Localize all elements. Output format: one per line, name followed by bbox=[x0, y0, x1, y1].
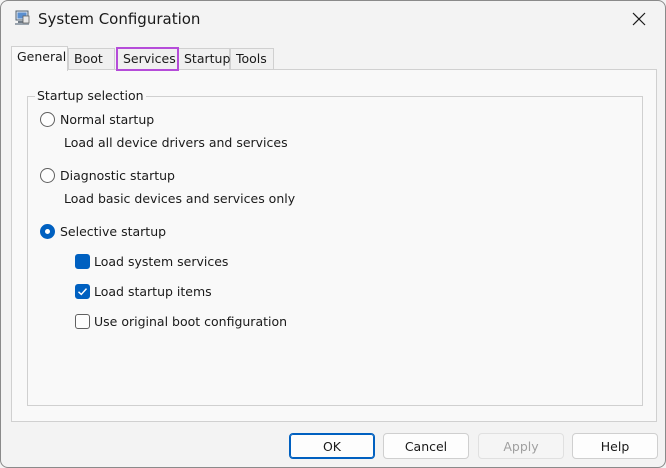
close-icon bbox=[632, 12, 646, 26]
load-system-services-option[interactable]: Load system services bbox=[75, 254, 228, 269]
use-original-boot-config-option[interactable]: Use original boot configuration bbox=[75, 314, 287, 329]
system-configuration-window: System Configuration General Boot Servic… bbox=[0, 0, 666, 468]
tab-services[interactable]: Services bbox=[116, 47, 179, 71]
load-startup-items-checkbox[interactable] bbox=[75, 284, 90, 299]
tab-general[interactable]: General bbox=[11, 46, 68, 71]
selective-startup-option[interactable]: Selective startup bbox=[40, 224, 166, 239]
ok-button[interactable]: OK bbox=[289, 433, 375, 459]
normal-startup-radio[interactable] bbox=[40, 112, 55, 127]
load-startup-items-option[interactable]: Load startup items bbox=[75, 284, 212, 299]
tab-tools[interactable]: Tools bbox=[230, 48, 274, 70]
tab-boot[interactable]: Boot bbox=[68, 48, 115, 70]
diagnostic-startup-label: Diagnostic startup bbox=[60, 168, 175, 183]
help-button[interactable]: Help bbox=[572, 433, 658, 459]
title-bar[interactable]: System Configuration bbox=[1, 1, 665, 39]
normal-startup-option[interactable]: Normal startup bbox=[40, 112, 154, 127]
cancel-button[interactable]: Cancel bbox=[383, 433, 469, 459]
diagnostic-startup-radio[interactable] bbox=[40, 168, 55, 183]
load-system-services-label: Load system services bbox=[94, 254, 229, 269]
load-system-services-checkbox[interactable] bbox=[75, 254, 90, 269]
normal-startup-label: Normal startup bbox=[60, 112, 155, 127]
load-startup-items-label: Load startup items bbox=[94, 284, 212, 299]
startup-selection-legend: Startup selection bbox=[35, 88, 146, 103]
checkmark-icon bbox=[78, 288, 88, 296]
selective-startup-radio[interactable] bbox=[40, 224, 55, 239]
tab-startup[interactable]: Startup bbox=[178, 48, 230, 70]
use-original-boot-config-checkbox[interactable] bbox=[75, 314, 90, 329]
diagnostic-startup-description: Load basic devices and services only bbox=[64, 191, 296, 206]
close-button[interactable] bbox=[623, 5, 655, 33]
diagnostic-startup-option[interactable]: Diagnostic startup bbox=[40, 168, 175, 183]
apply-button[interactable]: Apply bbox=[478, 433, 564, 459]
msconfig-icon bbox=[15, 10, 30, 25]
general-tab-panel: Startup selection Normal startup Load al… bbox=[11, 69, 657, 422]
window-title: System Configuration bbox=[38, 10, 201, 28]
use-original-boot-config-label: Use original boot configuration bbox=[94, 314, 288, 329]
normal-startup-description: Load all device drivers and services bbox=[64, 135, 288, 150]
selective-startup-label: Selective startup bbox=[60, 224, 167, 239]
